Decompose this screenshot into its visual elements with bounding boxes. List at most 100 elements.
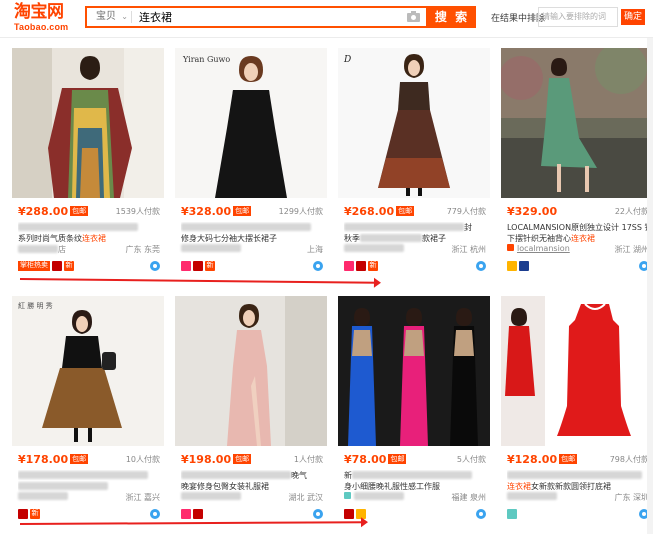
wangwang-chat-icon[interactable] — [313, 261, 323, 271]
badge-icons: 掌柜热卖 新 — [18, 261, 160, 273]
product-title-line1[interactable]: LOCALMANSION原创独立设计 17SS 镂空 — [507, 222, 649, 233]
product-title-line1[interactable] — [18, 470, 160, 481]
shop-name[interactable]: 店 — [18, 244, 66, 255]
product-card[interactable]: Yiran Guwo ¥328.00 包邮 1299人付款 修身大码七分袖大摆长裙… — [175, 48, 327, 284]
product-image[interactable]: D — [338, 48, 490, 198]
price-row: ¥128.00 包邮 798人付款 — [507, 453, 649, 467]
location: 福建 泉州 — [451, 493, 486, 502]
product-title-line2[interactable]: 身小细腰晚礼服性感工作服 — [344, 481, 486, 492]
wangwang-chat-icon[interactable] — [476, 261, 486, 271]
shop-name-text: 店 — [58, 245, 66, 254]
price: ¥329.00 — [507, 205, 558, 218]
price: ¥78.00 — [344, 453, 387, 466]
logo-text: 淘宝网 — [14, 2, 64, 22]
product-title-line2[interactable]: 系列时尚气质条纹连衣裙 — [18, 233, 160, 244]
credit-icon: 新 — [30, 509, 40, 519]
location: 上海 — [307, 245, 323, 254]
product-image[interactable] — [175, 296, 327, 446]
exclude-confirm-button[interactable]: 确定 — [621, 9, 645, 25]
location: 浙江 杭州 — [451, 245, 486, 254]
blurred-text — [344, 223, 464, 231]
shop-row: 浙江 杭州 — [344, 244, 486, 256]
exclude-input[interactable]: 请输入要排除的词 — [538, 7, 618, 27]
shop-row: 福建 泉州 — [344, 492, 486, 504]
product-title-line1[interactable]: 晚气 — [181, 470, 323, 481]
product-title-line1[interactable] — [18, 222, 160, 233]
sales-count: 5人付款 — [456, 455, 486, 464]
title-text: 晚宴修身包臀女装礼服裙 — [181, 482, 269, 491]
search-input[interactable] — [139, 8, 409, 26]
wangwang-chat-icon[interactable] — [150, 261, 160, 271]
shop-row: localmansion 浙江 湖州 — [507, 244, 649, 256]
product-card[interactable]: ¥78.00 包邮 5人付款 新 身小细腰晚礼服性感工作服 福建 泉州 — [338, 296, 490, 532]
brand-icon — [519, 261, 529, 271]
product-image[interactable] — [501, 296, 653, 446]
shop-icon — [344, 492, 351, 499]
badge-icons — [507, 509, 649, 521]
tmall-icon — [193, 261, 203, 271]
search-button[interactable]: 搜 索 — [428, 6, 476, 28]
product-card[interactable]: ¥329.00 22人付款 LOCALMANSION原创独立设计 17SS 镂空… — [501, 48, 653, 284]
shop-name[interactable] — [344, 492, 404, 501]
product-card[interactable]: ¥198.00 包邮 1人付款 晚气 晚宴修身包臀女装礼服裙 湖北 武汉 — [175, 296, 327, 532]
tmall-icon — [52, 261, 62, 271]
blurred-text — [18, 245, 58, 253]
taobao-logo[interactable]: 淘宝网 Taobao.com — [14, 3, 76, 33]
camera-icon[interactable] — [407, 11, 420, 22]
page-scrollbar[interactable] — [647, 38, 653, 534]
shop-name[interactable] — [18, 492, 68, 501]
shop-name[interactable] — [181, 492, 241, 501]
gold-seller-icon — [507, 261, 517, 271]
title-text: 系列时尚气质条纹 — [18, 234, 82, 243]
wangwang-chat-icon[interactable] — [476, 509, 486, 519]
title-keyword: 连衣裙 — [507, 482, 531, 491]
price: ¥268.00 — [344, 205, 395, 218]
product-card[interactable]: ¥288.00 包邮 1539人付款 系列时尚气质条纹连衣裙 店 广东 东莞 掌柜… — [12, 48, 164, 284]
product-card[interactable]: D ¥268.00 包邮 779人付款 封 秋季 款裙子 浙江 杭州 新 — [338, 48, 490, 284]
price-row: ¥198.00 包邮 1人付款 — [181, 453, 323, 467]
title-text: 晚气 — [291, 471, 307, 480]
title-text-end: 款裙子 — [422, 234, 446, 243]
badge-icons: 新 — [344, 261, 486, 273]
product-title-line2[interactable] — [18, 481, 160, 492]
badge-icons — [507, 261, 649, 273]
location: 湖北 武汉 — [288, 493, 323, 502]
sales-count: 22人付款 — [614, 207, 649, 216]
product-title-line2[interactable]: 连衣裙女新款新款圆领打底裙 — [507, 481, 649, 492]
badge-icons: 新 — [181, 261, 323, 273]
shop-name[interactable]: localmansion — [507, 244, 570, 253]
wangwang-chat-icon[interactable] — [313, 509, 323, 519]
product-card[interactable]: 紅 勝 明 秀 ¥178.00 包邮 10人付款 浙江 嘉兴 新 — [12, 296, 164, 532]
product-image[interactable] — [12, 48, 164, 198]
product-image[interactable] — [501, 48, 653, 198]
title-text: 秋季 — [344, 234, 360, 243]
product-title-line2[interactable]: 秋季 款裙子 — [344, 233, 486, 244]
blurred-text — [18, 223, 138, 231]
product-title-line1[interactable]: 封 — [344, 222, 486, 233]
product-image[interactable]: Yiran Guwo — [175, 48, 327, 198]
chevron-down-icon: ⌄ — [121, 12, 128, 21]
title-keyword: 连衣裙 — [571, 234, 595, 243]
product-title-line2[interactable]: 晚宴修身包臀女装礼服裙 — [181, 481, 323, 492]
logo-subtext: Taobao.com — [14, 22, 69, 32]
search-type-dropdown[interactable]: 宝贝 ⌄ — [90, 9, 130, 25]
product-title-line1[interactable]: 新 — [344, 470, 486, 481]
sales-count: 779人付款 — [446, 207, 486, 216]
blurred-text — [507, 492, 557, 500]
price: ¥288.00 — [18, 205, 69, 218]
product-title-line2[interactable]: 修身大码七分袖大摆长裙子 — [181, 233, 323, 244]
price-row: ¥268.00 包邮 779人付款 — [344, 205, 486, 219]
product-image[interactable]: 紅 勝 明 秀 — [12, 296, 164, 446]
shop-row: 湖北 武汉 — [181, 492, 323, 504]
shop-name[interactable] — [344, 244, 404, 253]
product-title-line1[interactable] — [507, 470, 649, 481]
tmall-icon — [344, 509, 354, 519]
product-title-line2[interactable]: 下摆针织无袖背心连衣裙 — [507, 233, 649, 244]
shop-name[interactable] — [507, 492, 557, 501]
product-title-line1[interactable] — [181, 222, 323, 233]
wangwang-chat-icon[interactable] — [150, 509, 160, 519]
product-card[interactable]: ¥128.00 包邮 798人付款 连衣裙女新款新款圆领打底裙 广东 深圳 — [501, 296, 653, 532]
product-image[interactable] — [338, 296, 490, 446]
search-box: 宝贝 ⌄ — [85, 6, 428, 28]
shop-name[interactable] — [181, 244, 241, 253]
